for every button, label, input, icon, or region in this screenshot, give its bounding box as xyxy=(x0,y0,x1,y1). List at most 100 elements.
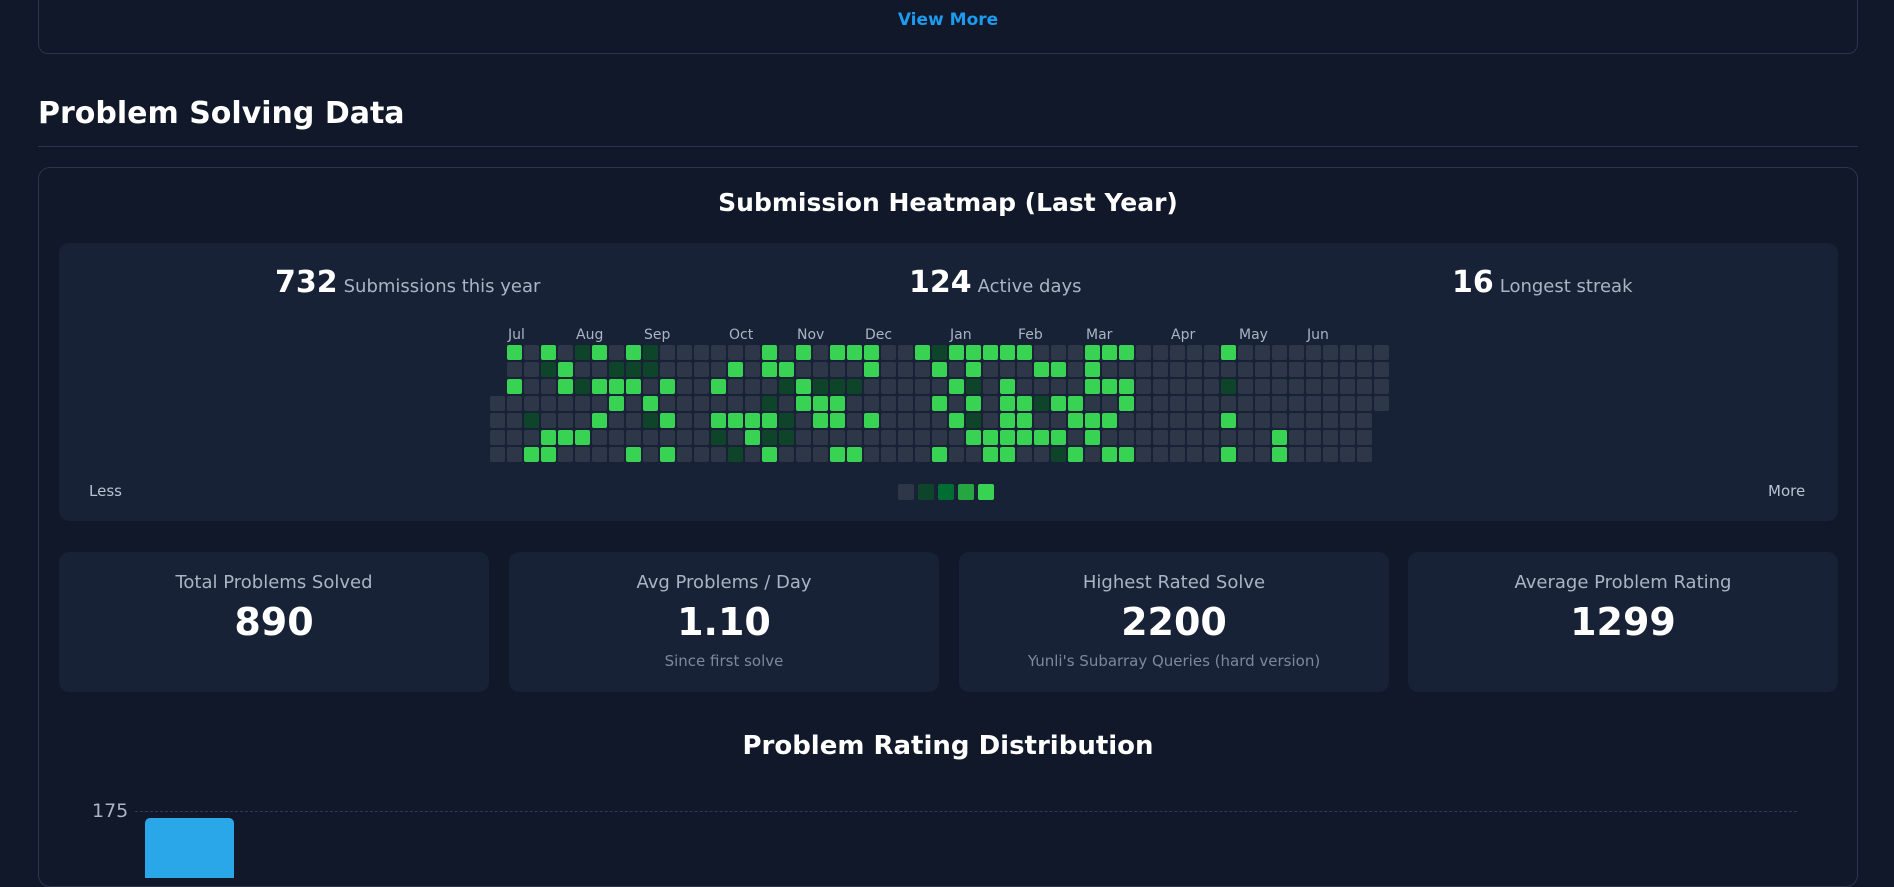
heatmap-cell[interactable] xyxy=(830,362,845,377)
heatmap-cell[interactable] xyxy=(626,447,641,462)
heatmap-cell[interactable] xyxy=(813,413,828,428)
heatmap-cell[interactable] xyxy=(1051,413,1066,428)
heatmap-cell[interactable] xyxy=(779,447,794,462)
heatmap-cell[interactable] xyxy=(1034,413,1049,428)
heatmap-cell[interactable] xyxy=(1017,379,1032,394)
heatmap-cell[interactable] xyxy=(694,447,709,462)
heatmap-cell[interactable] xyxy=(507,345,522,360)
heatmap-cell[interactable] xyxy=(643,413,658,428)
heatmap-cell[interactable] xyxy=(1306,430,1321,445)
heatmap-cell[interactable] xyxy=(1187,345,1202,360)
heatmap-cell[interactable] xyxy=(1136,413,1151,428)
heatmap-cell[interactable] xyxy=(1136,362,1151,377)
heatmap-cell[interactable] xyxy=(932,379,947,394)
heatmap-cell[interactable] xyxy=(1272,396,1287,411)
heatmap-cell[interactable] xyxy=(932,345,947,360)
heatmap-cell[interactable] xyxy=(847,413,862,428)
heatmap-cell[interactable] xyxy=(745,413,760,428)
heatmap-cell[interactable] xyxy=(1000,362,1015,377)
heatmap-cell[interactable] xyxy=(1119,379,1134,394)
heatmap-cell[interactable] xyxy=(711,379,726,394)
heatmap-cell[interactable] xyxy=(813,396,828,411)
heatmap-cell[interactable] xyxy=(1034,345,1049,360)
heatmap-cell[interactable] xyxy=(1357,345,1372,360)
heatmap-cell[interactable] xyxy=(1221,379,1236,394)
heatmap-cell[interactable] xyxy=(898,379,913,394)
heatmap-cell[interactable] xyxy=(1068,413,1083,428)
heatmap-cell[interactable] xyxy=(711,447,726,462)
heatmap-cell[interactable] xyxy=(1306,345,1321,360)
heatmap-cell[interactable] xyxy=(643,345,658,360)
heatmap-cell[interactable] xyxy=(694,379,709,394)
heatmap-cell[interactable] xyxy=(1238,430,1253,445)
heatmap-cell[interactable] xyxy=(524,413,539,428)
heatmap-cell[interactable] xyxy=(592,447,607,462)
heatmap-cell[interactable] xyxy=(728,345,743,360)
heatmap-cell[interactable] xyxy=(1204,345,1219,360)
heatmap-cell[interactable] xyxy=(1170,430,1185,445)
heatmap-cell[interactable] xyxy=(1187,362,1202,377)
heatmap-cell[interactable] xyxy=(1136,430,1151,445)
heatmap-cell[interactable] xyxy=(830,396,845,411)
heatmap-cell[interactable] xyxy=(1323,362,1338,377)
heatmap-cell[interactable] xyxy=(1085,447,1100,462)
heatmap-cell[interactable] xyxy=(796,430,811,445)
heatmap-cell[interactable] xyxy=(1068,362,1083,377)
heatmap-cell[interactable] xyxy=(1085,345,1100,360)
heatmap-cell[interactable] xyxy=(1102,362,1117,377)
heatmap-cell[interactable] xyxy=(762,413,777,428)
heatmap-cell[interactable] xyxy=(1102,396,1117,411)
heatmap-cell[interactable] xyxy=(864,362,879,377)
heatmap-cell[interactable] xyxy=(728,413,743,428)
heatmap-cell[interactable] xyxy=(864,379,879,394)
heatmap-cell[interactable] xyxy=(762,447,777,462)
heatmap-cell[interactable] xyxy=(490,413,505,428)
heatmap-cell[interactable] xyxy=(558,447,573,462)
heatmap-cell[interactable] xyxy=(524,362,539,377)
heatmap-cell[interactable] xyxy=(541,430,556,445)
heatmap-cell[interactable] xyxy=(1306,379,1321,394)
heatmap-cell[interactable] xyxy=(507,430,522,445)
heatmap-cell[interactable] xyxy=(711,430,726,445)
heatmap-cell[interactable] xyxy=(966,379,981,394)
heatmap-cell[interactable] xyxy=(745,430,760,445)
heatmap-cell[interactable] xyxy=(677,379,692,394)
heatmap-cell[interactable] xyxy=(898,396,913,411)
heatmap-cell[interactable] xyxy=(694,430,709,445)
heatmap-cell[interactable] xyxy=(1068,447,1083,462)
heatmap-cell[interactable] xyxy=(1357,430,1372,445)
heatmap-cell[interactable] xyxy=(592,413,607,428)
heatmap-cell[interactable] xyxy=(1289,430,1304,445)
heatmap-cell[interactable] xyxy=(1153,447,1168,462)
heatmap-cell[interactable] xyxy=(796,447,811,462)
heatmap-cell[interactable] xyxy=(745,396,760,411)
heatmap-cell[interactable] xyxy=(1170,413,1185,428)
heatmap-cell[interactable] xyxy=(1238,396,1253,411)
heatmap-cell[interactable] xyxy=(677,345,692,360)
heatmap-cell[interactable] xyxy=(1357,362,1372,377)
heatmap-cell[interactable] xyxy=(1000,345,1015,360)
heatmap-cell[interactable] xyxy=(490,396,505,411)
heatmap-cell[interactable] xyxy=(966,430,981,445)
heatmap-cell[interactable] xyxy=(694,413,709,428)
heatmap-cell[interactable] xyxy=(1272,379,1287,394)
heatmap-cell[interactable] xyxy=(1017,362,1032,377)
heatmap-cell[interactable] xyxy=(1187,413,1202,428)
heatmap-cell[interactable] xyxy=(711,362,726,377)
heatmap-cell[interactable] xyxy=(1136,345,1151,360)
heatmap-cell[interactable] xyxy=(949,413,964,428)
heatmap-cell[interactable] xyxy=(949,362,964,377)
heatmap-cell[interactable] xyxy=(541,345,556,360)
heatmap-cell[interactable] xyxy=(864,447,879,462)
heatmap-cell[interactable] xyxy=(1340,379,1355,394)
heatmap-cell[interactable] xyxy=(1085,413,1100,428)
heatmap-cell[interactable] xyxy=(711,345,726,360)
heatmap-cell[interactable] xyxy=(1153,362,1168,377)
heatmap-cell[interactable] xyxy=(949,447,964,462)
heatmap-cell[interactable] xyxy=(1357,413,1372,428)
heatmap-cell[interactable] xyxy=(1306,396,1321,411)
heatmap-cell[interactable] xyxy=(694,345,709,360)
heatmap-cell[interactable] xyxy=(830,430,845,445)
heatmap-cell[interactable] xyxy=(915,396,930,411)
heatmap-cell[interactable] xyxy=(1017,447,1032,462)
